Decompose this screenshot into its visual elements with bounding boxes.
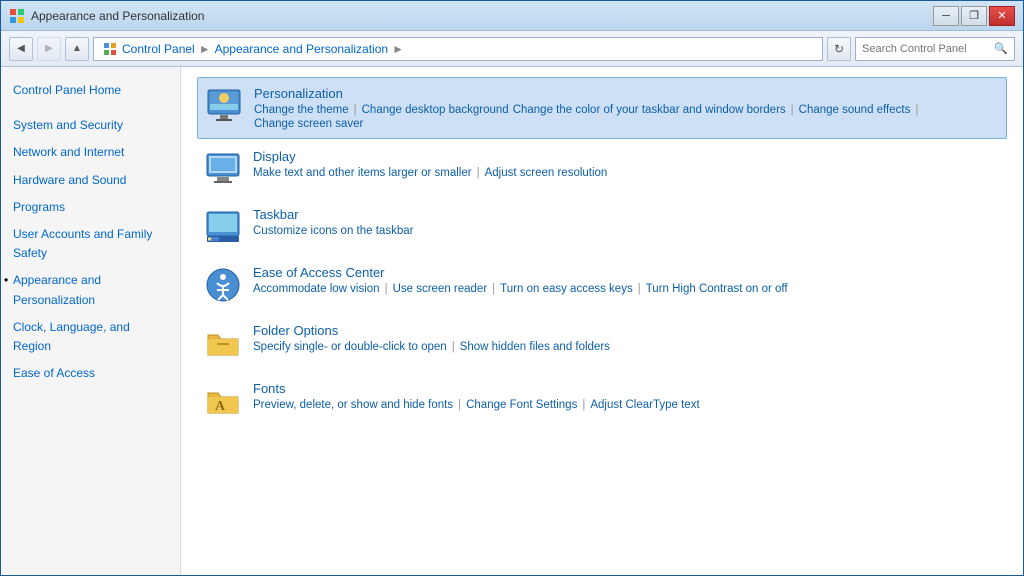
refresh-button[interactable]: ↻ [827, 37, 851, 61]
sidebar-item-control-panel-home[interactable]: Control Panel Home [1, 77, 180, 104]
fonts-content: Fonts Preview, delete, or show and hide … [253, 381, 1001, 411]
personalization-links: Change the theme | Change desktop backgr… [254, 104, 1000, 130]
fonts-links: Preview, delete, or show and hide fonts … [253, 399, 1001, 411]
main-window: Appearance and Personalization ─ ❐ ✕ ◀ ▶… [0, 0, 1024, 576]
address-bar: ◀ ▶ ▲ Control Panel ► Appearance and Per… [1, 31, 1023, 67]
display-icon [203, 149, 243, 189]
forward-button[interactable]: ▶ [37, 37, 61, 61]
breadcrumb: Control Panel ► Appearance and Personali… [102, 41, 404, 57]
taskbar-links: Customize icons on the taskbar [253, 225, 1001, 237]
folder-options-links: Specify single- or double-click to open … [253, 341, 1001, 353]
folder-options-title[interactable]: Folder Options [253, 323, 1001, 338]
svg-text:A: A [215, 399, 226, 414]
personalization-link-2[interactable]: Change the color of your taskbar and win… [513, 104, 786, 116]
sidebar-item-network-internet[interactable]: Network and Internet [1, 139, 180, 166]
ease-of-access-content: Ease of Access Center Accommodate low vi… [253, 265, 1001, 295]
taskbar-link-0[interactable]: Customize icons on the taskbar [253, 225, 413, 237]
section-fonts[interactable]: A Fonts Preview, delete, or show and hid… [197, 373, 1007, 429]
search-icon: 🔍 [994, 42, 1008, 55]
content-panel: Personalization Change the theme | Chang… [181, 67, 1023, 575]
folder-options-icon [203, 323, 243, 363]
personalization-link-4[interactable]: Change screen saver [254, 118, 363, 130]
close-button[interactable]: ✕ [989, 6, 1015, 26]
personalization-link-3[interactable]: Change sound effects [799, 104, 911, 116]
ease-link-1[interactable]: Use screen reader [393, 283, 488, 295]
window-title: Appearance and Personalization [31, 9, 204, 23]
sidebar-item-ease-access[interactable]: Ease of Access [1, 360, 180, 387]
ease-link-0[interactable]: Accommodate low vision [253, 283, 380, 295]
taskbar-content: Taskbar Customize icons on the taskbar [253, 207, 1001, 237]
fonts-link-1[interactable]: Change Font Settings [466, 399, 577, 411]
address-input[interactable]: Control Panel ► Appearance and Personali… [93, 37, 823, 61]
display-link-0[interactable]: Make text and other items larger or smal… [253, 167, 472, 179]
title-bar-left: Appearance and Personalization [9, 8, 204, 24]
minimize-button[interactable]: ─ [933, 6, 959, 26]
section-taskbar[interactable]: Taskbar Customize icons on the taskbar [197, 199, 1007, 255]
taskbar-icon [203, 207, 243, 247]
restore-button[interactable]: ❐ [961, 6, 987, 26]
personalization-icon [204, 86, 244, 126]
ease-of-access-title[interactable]: Ease of Access Center [253, 265, 1001, 280]
back-button[interactable]: ◀ [9, 37, 33, 61]
display-links: Make text and other items larger or smal… [253, 167, 1001, 179]
folder-options-content: Folder Options Specify single- or double… [253, 323, 1001, 353]
breadcrumb-item-1[interactable]: Control Panel [122, 42, 195, 56]
section-folder-options[interactable]: Folder Options Specify single- or double… [197, 315, 1007, 371]
sidebar-item-system-security[interactable]: System and Security [1, 112, 180, 139]
address-right: ↻ 🔍 [827, 37, 1015, 61]
personalization-title[interactable]: Personalization [254, 86, 1000, 101]
ease-of-access-icon [203, 265, 243, 305]
title-bar-buttons: ─ ❐ ✕ [933, 6, 1015, 26]
personalization-link-1[interactable]: Change desktop background [362, 104, 509, 116]
section-display[interactable]: Display Make text and other items larger… [197, 141, 1007, 197]
fonts-icon: A [203, 381, 243, 421]
taskbar-title[interactable]: Taskbar [253, 207, 1001, 222]
search-input[interactable] [862, 43, 990, 55]
sidebar-item-programs[interactable]: Programs [1, 194, 180, 221]
window-icon [9, 8, 25, 24]
ease-of-access-links: Accommodate low vision | Use screen read… [253, 283, 1001, 295]
fonts-title[interactable]: Fonts [253, 381, 1001, 396]
title-bar: Appearance and Personalization ─ ❐ ✕ [1, 1, 1023, 31]
search-box[interactable]: 🔍 [855, 37, 1015, 61]
ease-link-2[interactable]: Turn on easy access keys [500, 283, 633, 295]
fonts-link-2[interactable]: Adjust ClearType text [590, 399, 699, 411]
breadcrumb-item-2[interactable]: Appearance and Personalization [215, 42, 388, 56]
ease-link-3[interactable]: Turn High Contrast on or off [646, 283, 788, 295]
folder-link-1[interactable]: Show hidden files and folders [460, 341, 610, 353]
control-panel-icon-sm [102, 41, 118, 57]
sidebar-item-user-accounts[interactable]: User Accounts and Family Safety [1, 221, 180, 267]
fonts-link-0[interactable]: Preview, delete, or show and hide fonts [253, 399, 453, 411]
section-personalization[interactable]: Personalization Change the theme | Chang… [197, 77, 1007, 139]
sidebar-item-hardware-sound[interactable]: Hardware and Sound [1, 167, 180, 194]
display-link-1[interactable]: Adjust screen resolution [485, 167, 608, 179]
personalization-link-0[interactable]: Change the theme [254, 104, 349, 116]
sidebar-item-clock-language[interactable]: Clock, Language, and Region [1, 314, 180, 360]
display-title[interactable]: Display [253, 149, 1001, 164]
section-ease-of-access-center[interactable]: Ease of Access Center Accommodate low vi… [197, 257, 1007, 313]
personalization-content: Personalization Change the theme | Chang… [254, 86, 1000, 130]
sidebar-item-appearance-personalization[interactable]: Appearance and Personalization [1, 267, 180, 313]
up-button[interactable]: ▲ [65, 37, 89, 61]
display-content: Display Make text and other items larger… [253, 149, 1001, 179]
main-area: Control Panel Home System and Security N… [1, 67, 1023, 575]
folder-link-0[interactable]: Specify single- or double-click to open [253, 341, 447, 353]
sidebar: Control Panel Home System and Security N… [1, 67, 181, 575]
